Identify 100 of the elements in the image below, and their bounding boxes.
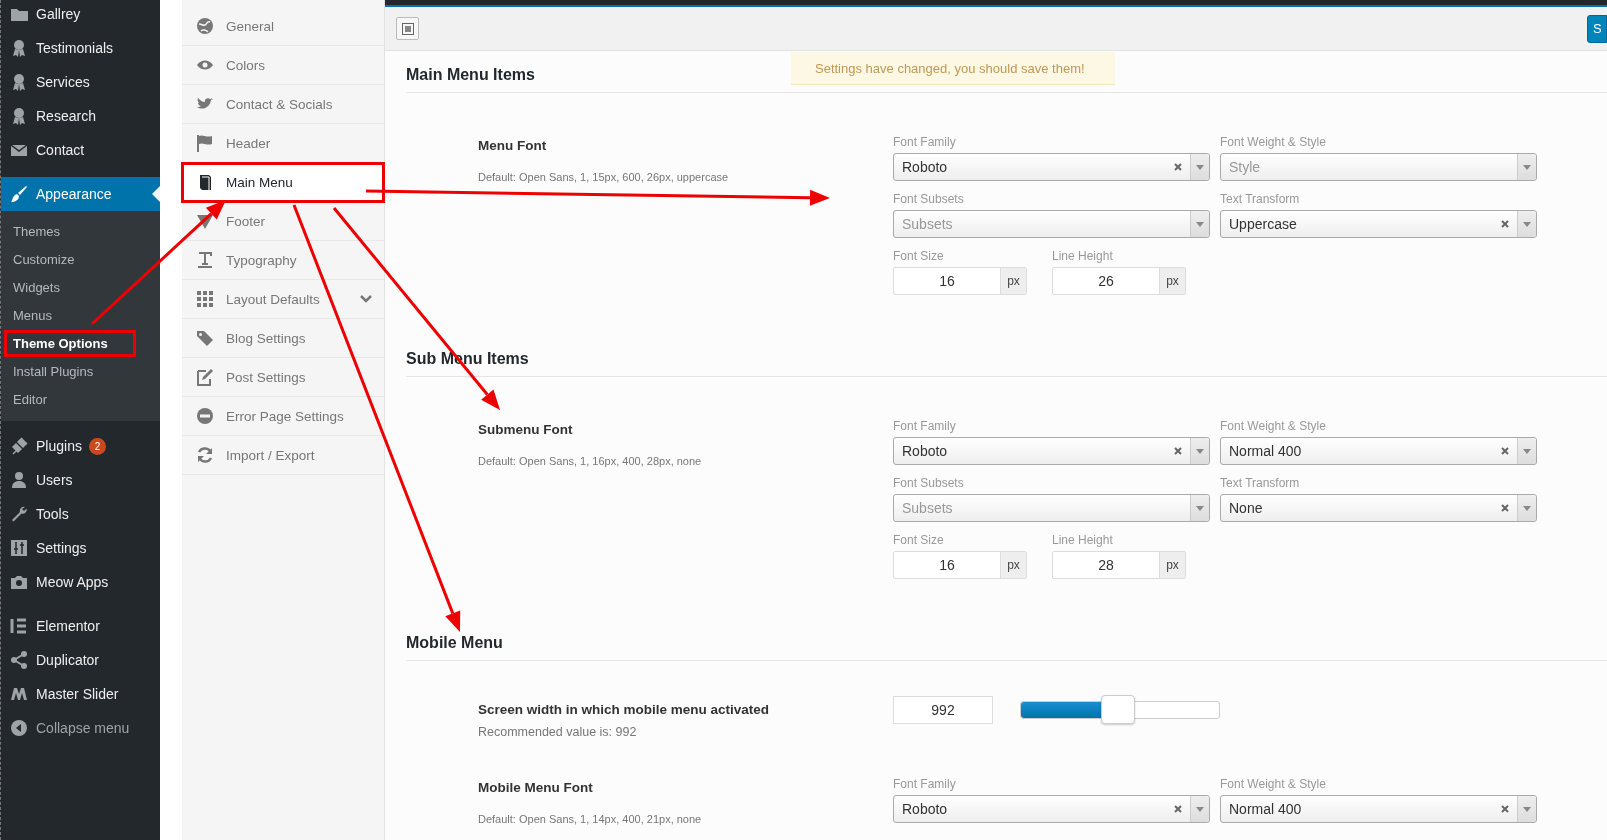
select-field[interactable]: Uppercase — [1220, 210, 1537, 238]
menu-label: Master Slider — [36, 686, 119, 702]
select-value: Uppercase — [1228, 216, 1298, 232]
dropdown-arrow-button[interactable] — [1190, 796, 1209, 822]
caret-down-icon — [1196, 505, 1204, 511]
number-field[interactable]: 26 px — [1052, 267, 1186, 295]
options-nav-item[interactable]: Layout Defaults — [182, 280, 384, 319]
select-field[interactable]: Roboto — [893, 795, 1210, 823]
menu-label: Users — [36, 472, 73, 488]
number-field[interactable]: 992 — [893, 695, 993, 724]
select-field[interactable]: Normal 400 — [1220, 437, 1537, 465]
chevron-down-icon — [360, 295, 372, 303]
menu-label: Elementor — [36, 618, 100, 634]
select-field[interactable]: None — [1220, 494, 1537, 522]
collapse-menu-button[interactable]: Collapse menu — [1, 711, 160, 745]
clear-icon — [1174, 163, 1182, 171]
dropdown-arrow-button[interactable] — [1517, 796, 1536, 822]
admin-menu-item[interactable]: Elementor — [1, 609, 160, 643]
submenu-item[interactable]: Widgets — [7, 277, 133, 298]
admin-menu-item[interactable]: Tools — [1, 497, 160, 531]
triangle-icon — [196, 212, 214, 230]
dropdown-arrow-button[interactable] — [1517, 211, 1536, 237]
nav-label: Error Page Settings — [226, 408, 345, 424]
submenu-item[interactable]: Theme Options — [7, 333, 133, 354]
options-nav-item[interactable]: General — [182, 7, 384, 46]
section-heading: Main Menu Items — [406, 66, 535, 84]
admin-menu-item[interactable]: Gallrey — [1, 0, 160, 31]
submenu-item[interactable]: Install Plugins — [7, 361, 133, 382]
dropdown-arrow-button[interactable] — [1517, 154, 1536, 180]
field-label: Font Family — [893, 419, 957, 434]
options-nav-item[interactable]: Typography — [182, 241, 384, 280]
submenu-item[interactable]: Menus — [7, 305, 133, 326]
admin-menu-item[interactable]: Users — [1, 463, 160, 497]
select-value: Roboto — [901, 801, 949, 817]
option-title: Mobile Menu Font — [478, 780, 594, 795]
select-value: Roboto — [901, 443, 949, 459]
admin-menu-item[interactable]: Master Slider — [1, 677, 160, 711]
menu-label: Gallrey — [36, 6, 81, 22]
admin-menu-item[interactable]: Testimonials — [1, 31, 160, 65]
nav-label: Header — [226, 135, 272, 151]
dropdown-arrow-button[interactable] — [1190, 154, 1209, 180]
number-field[interactable]: 16 px — [893, 551, 1027, 579]
minus-circle-icon — [196, 407, 214, 425]
nav-label: Layout Defaults — [226, 291, 321, 307]
field-label: Text Transform — [1220, 476, 1301, 491]
option-title: Submenu Font — [478, 422, 574, 437]
user-icon — [10, 471, 28, 489]
admin-menu-item[interactable]: Plugins 2 — [1, 429, 160, 463]
field-label: Line Height — [1052, 533, 1114, 548]
unit-addon: px — [1159, 552, 1185, 578]
admin-menu-item[interactable]: Duplicator — [1, 643, 160, 677]
dropdown-arrow-button[interactable] — [1190, 438, 1209, 464]
field-label: Font Subsets — [893, 476, 965, 491]
dropdown-arrow-button[interactable] — [1517, 438, 1536, 464]
unit-addon: px — [1159, 268, 1185, 294]
dropdown-arrow-button[interactable] — [1517, 495, 1536, 521]
select-field[interactable]: Roboto — [893, 153, 1210, 181]
unit-addon: px — [1000, 268, 1026, 294]
admin-menu-item[interactable]: Research — [1, 99, 160, 133]
field-label: Font Weight & Style — [1220, 777, 1327, 792]
save-button[interactable]: S — [1587, 14, 1607, 43]
admin-menu-item[interactable]: Settings — [1, 531, 160, 565]
share-icon — [10, 651, 28, 669]
field-label: Text Transform — [1220, 192, 1301, 207]
clear-icon — [1501, 447, 1509, 455]
options-nav-item[interactable]: Blog Settings — [182, 319, 384, 358]
tags-icon — [196, 329, 214, 347]
number-field[interactable]: 28 px — [1052, 551, 1186, 579]
caret-down-icon — [1523, 221, 1531, 227]
options-nav-item[interactable]: Colors — [182, 46, 384, 85]
options-nav-item[interactable]: Main Menu — [182, 163, 384, 202]
options-nav-item[interactable]: Post Settings — [182, 358, 384, 397]
menu-label: Meow Apps — [36, 574, 109, 590]
options-nav-item[interactable]: Error Page Settings — [182, 397, 384, 436]
admin-menu-item[interactable]: Meow Apps — [1, 565, 160, 599]
refresh-icon — [196, 446, 214, 464]
option-title: Screen width in which mobile menu activated — [478, 702, 771, 717]
options-nav-item[interactable]: Contact & Socials — [182, 85, 384, 124]
select-field[interactable]: Roboto — [893, 437, 1210, 465]
admin-menu-item[interactable]: Appearance — [1, 177, 160, 211]
admin-menu-item[interactable]: Contact — [1, 133, 160, 167]
section-heading: Mobile Menu — [406, 634, 503, 652]
submenu-item[interactable]: Editor — [7, 389, 133, 410]
nav-label: Main Menu — [226, 174, 294, 190]
options-nav-item[interactable]: Import / Export — [182, 436, 384, 475]
admin-menu-item[interactable]: Services — [1, 65, 160, 99]
dropdown-arrow-button[interactable] — [1190, 211, 1209, 237]
caret-down-icon — [1196, 448, 1204, 454]
select-field[interactable]: Normal 400 — [1220, 795, 1537, 823]
caret-down-icon — [1523, 806, 1531, 812]
dropdown-arrow-button[interactable] — [1190, 495, 1209, 521]
layout-toggle-button[interactable] — [396, 17, 419, 40]
slider-handle[interactable] — [1101, 695, 1135, 724]
option-description: Recommended value is: 992 — [478, 725, 638, 739]
submenu-item[interactable]: Customize — [7, 249, 133, 270]
caret-down-icon — [1196, 806, 1204, 812]
select-value: Normal 400 — [1228, 801, 1303, 817]
submenu-item[interactable]: Themes — [7, 221, 133, 242]
number-field[interactable]: 16 px — [893, 267, 1027, 295]
clear-icon — [1174, 805, 1182, 813]
